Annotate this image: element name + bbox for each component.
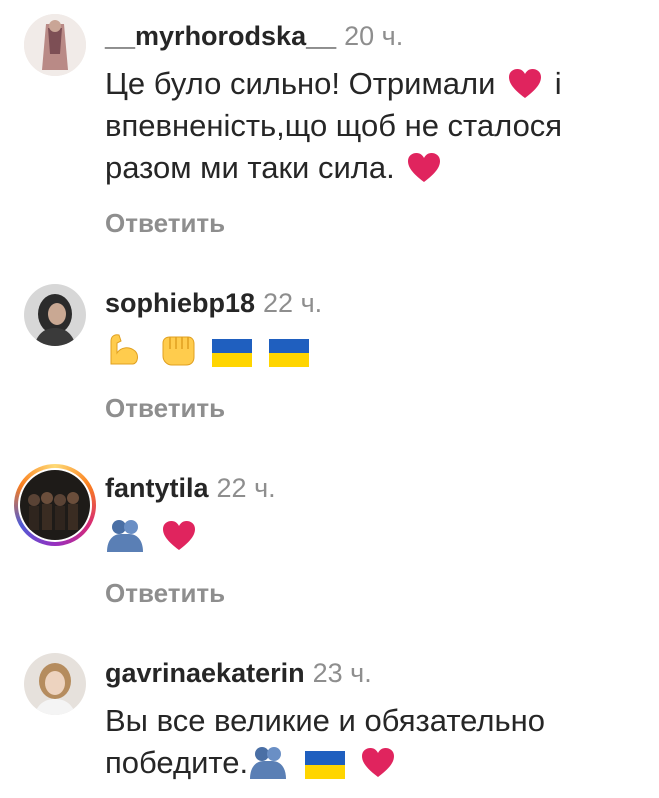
reply-button[interactable]: Ответить	[105, 393, 225, 424]
comment-meta: __myrhorodska__ 20 ч.	[105, 20, 403, 52]
avatar[interactable]	[20, 470, 90, 540]
comment-text-part: Це було сильно! Отримали	[105, 66, 496, 101]
timestamp: 23 ч.	[312, 658, 372, 688]
red-heart-icon	[407, 152, 441, 184]
comment-text	[101, 515, 641, 557]
reply-button[interactable]: Ответить	[105, 208, 225, 239]
people-hugging-icon	[105, 518, 145, 552]
avatar[interactable]	[24, 284, 86, 346]
flexed-biceps-icon	[105, 331, 141, 367]
story-ring[interactable]	[14, 464, 96, 546]
comment-text: Вы все великие и обязательно победите.	[105, 700, 645, 784]
comment-text: Це було сильно! Отримали і впевненість,щ…	[105, 63, 645, 189]
avatar[interactable]	[24, 14, 86, 76]
timestamp: 20 ч.	[344, 21, 404, 51]
timestamp: 22 ч.	[263, 288, 323, 318]
comment-meta: sophiebp18 22 ч.	[105, 287, 322, 319]
comment-text-part: победите.	[105, 745, 249, 780]
avatar[interactable]	[24, 653, 86, 715]
ukraine-flag-icon	[304, 751, 345, 779]
ukraine-flag-icon	[268, 339, 309, 367]
comment-text-part: Вы все великие и обязательно	[105, 703, 545, 738]
reply-button[interactable]: Ответить	[105, 578, 225, 609]
comment-meta: gavrinaekaterin 23 ч.	[105, 657, 372, 689]
red-heart-icon	[361, 747, 395, 779]
ukraine-flag-icon	[212, 339, 253, 367]
username[interactable]: fantytila	[105, 473, 209, 503]
comment-text	[101, 330, 641, 372]
comment-meta: fantytila 22 ч.	[105, 472, 276, 504]
oncoming-fist-icon	[158, 333, 196, 367]
timestamp: 22 ч.	[216, 473, 276, 503]
red-heart-icon	[162, 520, 196, 552]
people-hugging-icon	[248, 745, 288, 779]
username[interactable]: gavrinaekaterin	[105, 658, 305, 688]
username[interactable]: __myrhorodska__	[105, 21, 336, 51]
username[interactable]: sophiebp18	[105, 288, 255, 318]
red-heart-icon	[508, 68, 542, 100]
